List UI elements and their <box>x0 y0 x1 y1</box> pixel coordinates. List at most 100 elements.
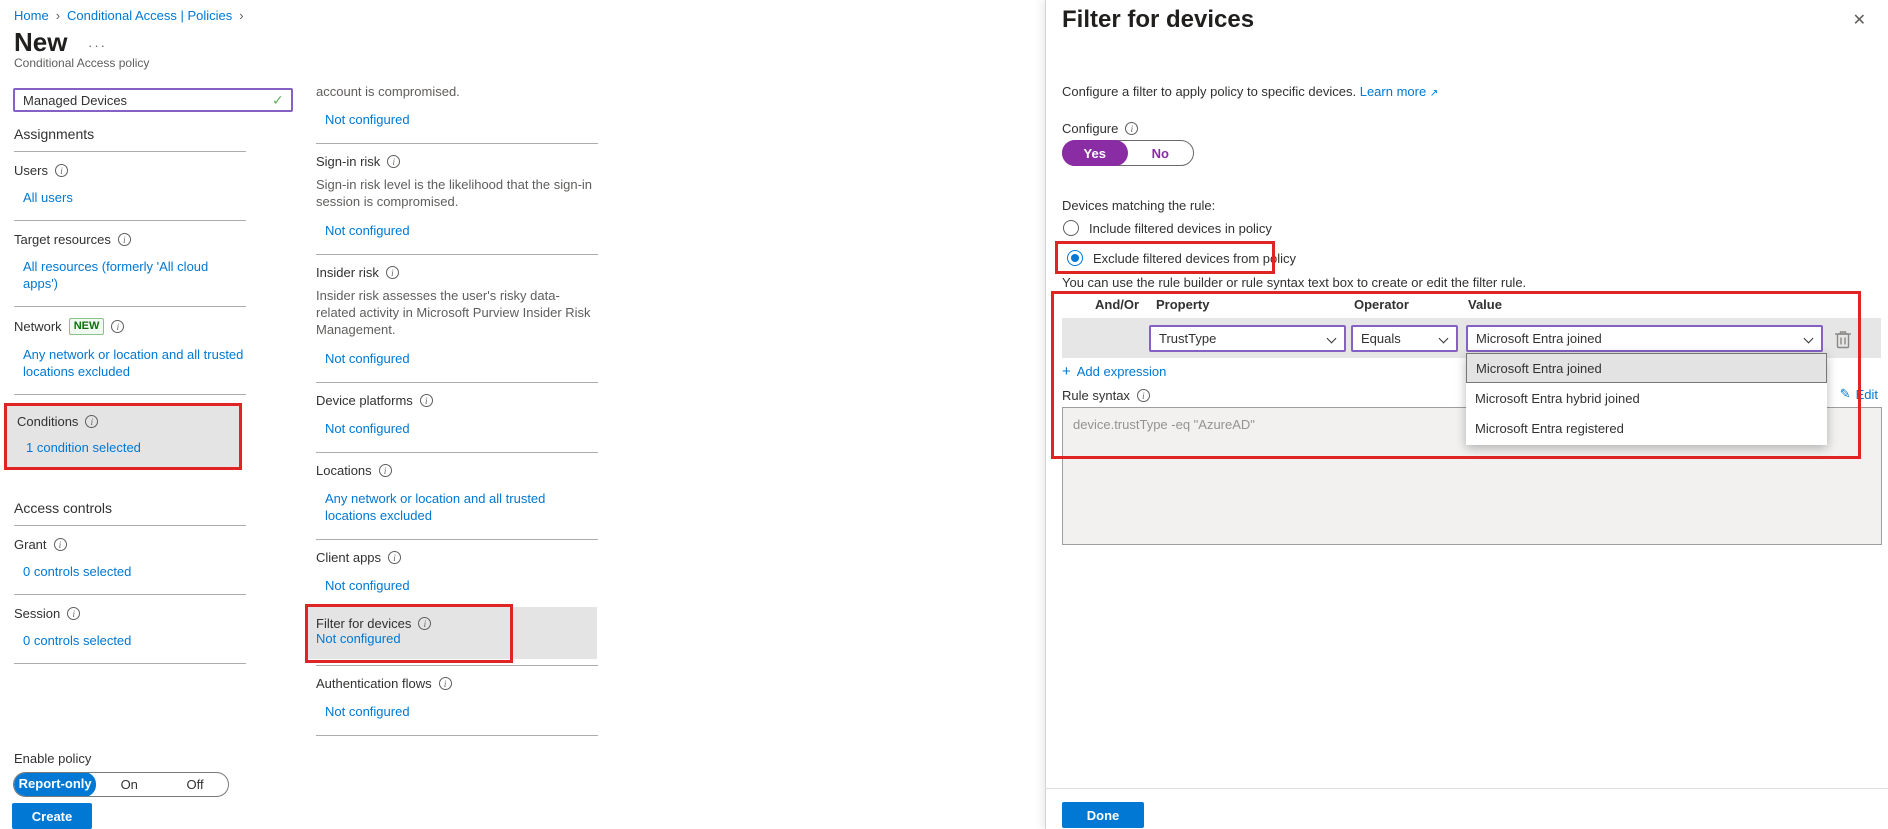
assignments-column: Assignments Users i All users Target res… <box>4 126 246 664</box>
filter-for-devices-panel: Filter for devices ✕ Configure a filter … <box>1045 0 1888 829</box>
grant-section: Grant i 0 controls selected <box>14 526 246 595</box>
info-icon[interactable]: i <box>378 464 392 477</box>
grant-link[interactable]: 0 controls selected <box>23 563 246 580</box>
conditions-column: account is compromised. Not configured S… <box>305 74 598 736</box>
target-resources-link[interactable]: All resources (formerly 'All cloud apps'… <box>23 258 246 292</box>
info-icon[interactable]: i <box>117 233 131 246</box>
locations-link[interactable]: Any network or location and all trusted … <box>325 490 598 524</box>
breadcrumb-policies-link[interactable]: Conditional Access | Policies <box>67 8 232 23</box>
configure-yes-no-toggle: Yes No <box>1062 140 1194 166</box>
user-risk-not-configured-link[interactable]: Not configured <box>325 111 598 128</box>
page-title: New <box>14 27 68 57</box>
network-link[interactable]: Any network or location and all trusted … <box>23 346 246 380</box>
info-icon[interactable]: i <box>418 617 432 630</box>
info-icon[interactable]: i <box>438 677 452 690</box>
signin-risk-label: Sign-in risk <box>316 154 381 169</box>
intro-text: Configure a filter to apply policy to sp… <box>1062 84 1357 99</box>
col-operator: Operator <box>1354 297 1409 312</box>
external-link-icon: ↗ <box>1429 88 1439 99</box>
signin-risk-not-configured-link[interactable]: Not configured <box>325 222 598 239</box>
close-icon[interactable]: ✕ <box>1853 10 1866 30</box>
breadcrumb-chevron-icon: › <box>239 8 244 23</box>
filter-for-devices-not-configured-link[interactable]: Not configured <box>316 631 401 646</box>
value-value: Microsoft Entra joined <box>1476 331 1602 346</box>
radio-exclude-filtered[interactable]: Exclude filtered devices from policy <box>1067 250 1296 266</box>
enable-policy-label: Enable policy <box>14 751 92 766</box>
filter-for-devices-label: Filter for devices <box>316 616 412 631</box>
rule-syntax-label: Rule syntax <box>1062 388 1130 403</box>
add-expression-button[interactable]: + Add expression <box>1062 363 1166 380</box>
delete-row-icon[interactable] <box>1834 329 1852 349</box>
info-icon[interactable]: i <box>388 551 402 564</box>
user-risk-desc-truncated: account is compromised. <box>316 84 460 99</box>
more-actions-icon[interactable]: ··· <box>88 38 107 53</box>
info-icon[interactable]: i <box>53 538 67 551</box>
target-resources-section: Target resources i All resources (former… <box>14 221 246 307</box>
configure-label: Configure <box>1062 121 1119 136</box>
radio-include-filtered[interactable]: Include filtered devices in policy <box>1063 220 1272 236</box>
network-section: Network NEW i Any network or location an… <box>14 307 246 395</box>
device-platforms-not-configured-link[interactable]: Not configured <box>325 420 598 437</box>
value-select[interactable]: Microsoft Entra joined <box>1466 325 1823 352</box>
dropdown-option-entra-joined[interactable]: Microsoft Entra joined <box>1466 353 1827 383</box>
toggle-on[interactable]: On <box>96 773 162 796</box>
conditional-access-policy-page: Home › Conditional Access | Policies › N… <box>0 0 1044 829</box>
configure-row: Configure i <box>1062 121 1139 136</box>
toggle-no[interactable]: No <box>1128 141 1194 165</box>
radio-exclude-label: Exclude filtered devices from policy <box>1093 250 1297 266</box>
device-platforms-section: Device platforms i Not configured <box>316 383 598 453</box>
add-expression-label: Add expression <box>1076 364 1167 379</box>
radio-selected-icon[interactable] <box>1067 250 1083 266</box>
insider-risk-label: Insider risk <box>316 265 379 280</box>
insider-risk-not-configured-link[interactable]: Not configured <box>325 350 598 367</box>
info-icon[interactable]: i <box>387 155 401 168</box>
edit-label: Edit <box>1855 386 1878 402</box>
client-apps-not-configured-link[interactable]: Not configured <box>325 577 598 594</box>
divider <box>1046 788 1888 789</box>
chevron-down-icon <box>1326 333 1337 344</box>
panel-title: Filter for devices <box>1062 6 1255 33</box>
dropdown-option-entra-hybrid-joined[interactable]: Microsoft Entra hybrid joined <box>1466 383 1827 413</box>
signin-risk-desc: Sign-in risk level is the likelihood tha… <box>316 177 593 209</box>
rule-builder-helper-text: You can use the rule builder or rule syn… <box>1062 275 1527 290</box>
operator-select[interactable]: Equals <box>1351 325 1458 352</box>
col-andor: And/Or <box>1095 297 1140 312</box>
conditions-link[interactable]: 1 condition selected <box>26 440 239 455</box>
devices-matching-label: Devices matching the rule: <box>1062 198 1216 213</box>
toggle-yes[interactable]: Yes <box>1062 140 1128 166</box>
done-button[interactable]: Done <box>1062 802 1144 828</box>
edit-rule-syntax-button[interactable]: ✎ Edit <box>1840 386 1878 402</box>
dropdown-option-entra-registered[interactable]: Microsoft Entra registered <box>1466 413 1827 443</box>
info-icon[interactable]: i <box>1125 122 1139 135</box>
policy-name-input[interactable] <box>13 88 293 112</box>
learn-more-link[interactable]: Learn more <box>1360 84 1426 99</box>
property-value: TrustType <box>1159 331 1217 346</box>
col-value: Value <box>1468 297 1502 312</box>
breadcrumb-home-link[interactable]: Home <box>14 8 49 23</box>
users-link[interactable]: All users <box>23 189 246 206</box>
info-icon[interactable]: i <box>67 607 81 620</box>
toggle-off[interactable]: Off <box>162 773 228 796</box>
insider-risk-section: Insider risk i Insider risk assesses the… <box>316 255 598 383</box>
add-icon: + <box>1062 363 1071 380</box>
info-icon[interactable]: i <box>1136 389 1150 402</box>
access-controls-header: Access controls <box>14 500 246 526</box>
create-button[interactable]: Create <box>12 803 92 829</box>
client-apps-label: Client apps <box>316 550 382 565</box>
info-icon[interactable]: i <box>385 266 399 279</box>
radio-icon[interactable] <box>1063 220 1079 236</box>
info-icon[interactable]: i <box>54 164 68 177</box>
session-link[interactable]: 0 controls selected <box>23 632 246 649</box>
breadcrumb-chevron-icon: › <box>55 8 61 23</box>
conditions-label: Conditions <box>17 414 79 429</box>
info-icon[interactable]: i <box>85 415 99 428</box>
toggle-report-only[interactable]: Report-only <box>14 773 97 796</box>
authentication-flows-label: Authentication flows <box>316 676 432 691</box>
info-icon[interactable]: i <box>111 320 125 333</box>
value-dropdown-list: Microsoft Entra joined Microsoft Entra h… <box>1466 353 1827 445</box>
authentication-flows-not-configured-link[interactable]: Not configured <box>325 703 598 720</box>
operator-value: Equals <box>1361 331 1401 346</box>
info-icon[interactable]: i <box>419 394 433 407</box>
property-select[interactable]: TrustType <box>1149 325 1346 352</box>
device-platforms-label: Device platforms <box>316 393 413 408</box>
